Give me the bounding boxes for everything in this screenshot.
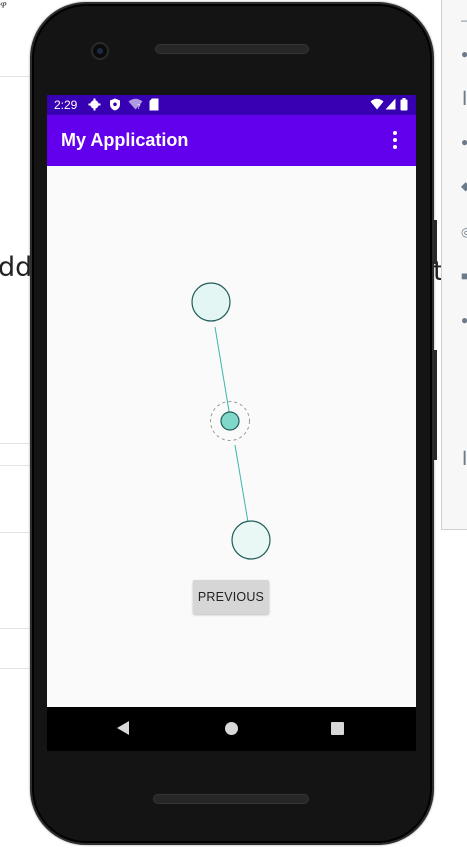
battery-icon: [400, 98, 408, 111]
svg-text:?: ?: [137, 103, 141, 110]
front-camera: [91, 42, 109, 60]
tool-icon[interactable]: ┃: [461, 92, 467, 104]
overflow-menu-icon[interactable]: [390, 131, 400, 151]
path-segment-1: [214, 326, 231, 418]
tool-icon[interactable]: ●: [461, 136, 467, 148]
previous-button[interactable]: PREVIOUS: [193, 580, 269, 614]
shield-icon: [110, 98, 120, 111]
earpiece-speaker: [155, 44, 309, 54]
settings-icon: [88, 98, 101, 111]
device-screen: 2:29 ? My Application PREVIOUS: [47, 95, 416, 707]
desktop: ዋ dd t – ● ┃ ● ◆ ◎ ■ ● ┃ 2:29: [0, 0, 467, 864]
app-title: My Application: [61, 130, 189, 150]
status-bar: 2:29 ?: [47, 95, 416, 115]
power-button: [432, 350, 437, 460]
home-icon[interactable]: [225, 722, 238, 735]
middle-node[interactable]: [220, 411, 240, 431]
start-node[interactable]: [191, 282, 231, 322]
app-bar: My Application: [47, 115, 416, 166]
back-icon[interactable]: [117, 721, 129, 735]
navigation-bar: [47, 707, 416, 751]
recents-icon[interactable]: [331, 722, 344, 735]
status-time: 2:29: [54, 98, 78, 112]
tool-icon[interactable]: ●: [461, 48, 467, 60]
minimize-icon[interactable]: –: [461, 14, 467, 26]
tool-icon[interactable]: ◆: [461, 180, 467, 192]
tool-icon[interactable]: ●: [461, 314, 467, 326]
wifi-icon: [370, 98, 384, 110]
motion-path-view: [191, 282, 250, 523]
signal-icon: [385, 98, 396, 110]
volume-button: [432, 220, 437, 264]
wifi-question-icon: ?: [128, 98, 143, 110]
path-segment-2: [234, 444, 249, 523]
sd-card-icon: [149, 98, 159, 111]
bottom-speaker: [153, 794, 309, 804]
main-content: PREVIOUS: [47, 166, 416, 707]
tool-icon[interactable]: ■: [461, 270, 467, 282]
tool-icon[interactable]: ┃: [461, 452, 467, 464]
background-tab-text: ዋ: [0, 0, 7, 11]
tool-icon[interactable]: ◎: [461, 226, 467, 238]
background-text-left: dd: [0, 252, 33, 283]
